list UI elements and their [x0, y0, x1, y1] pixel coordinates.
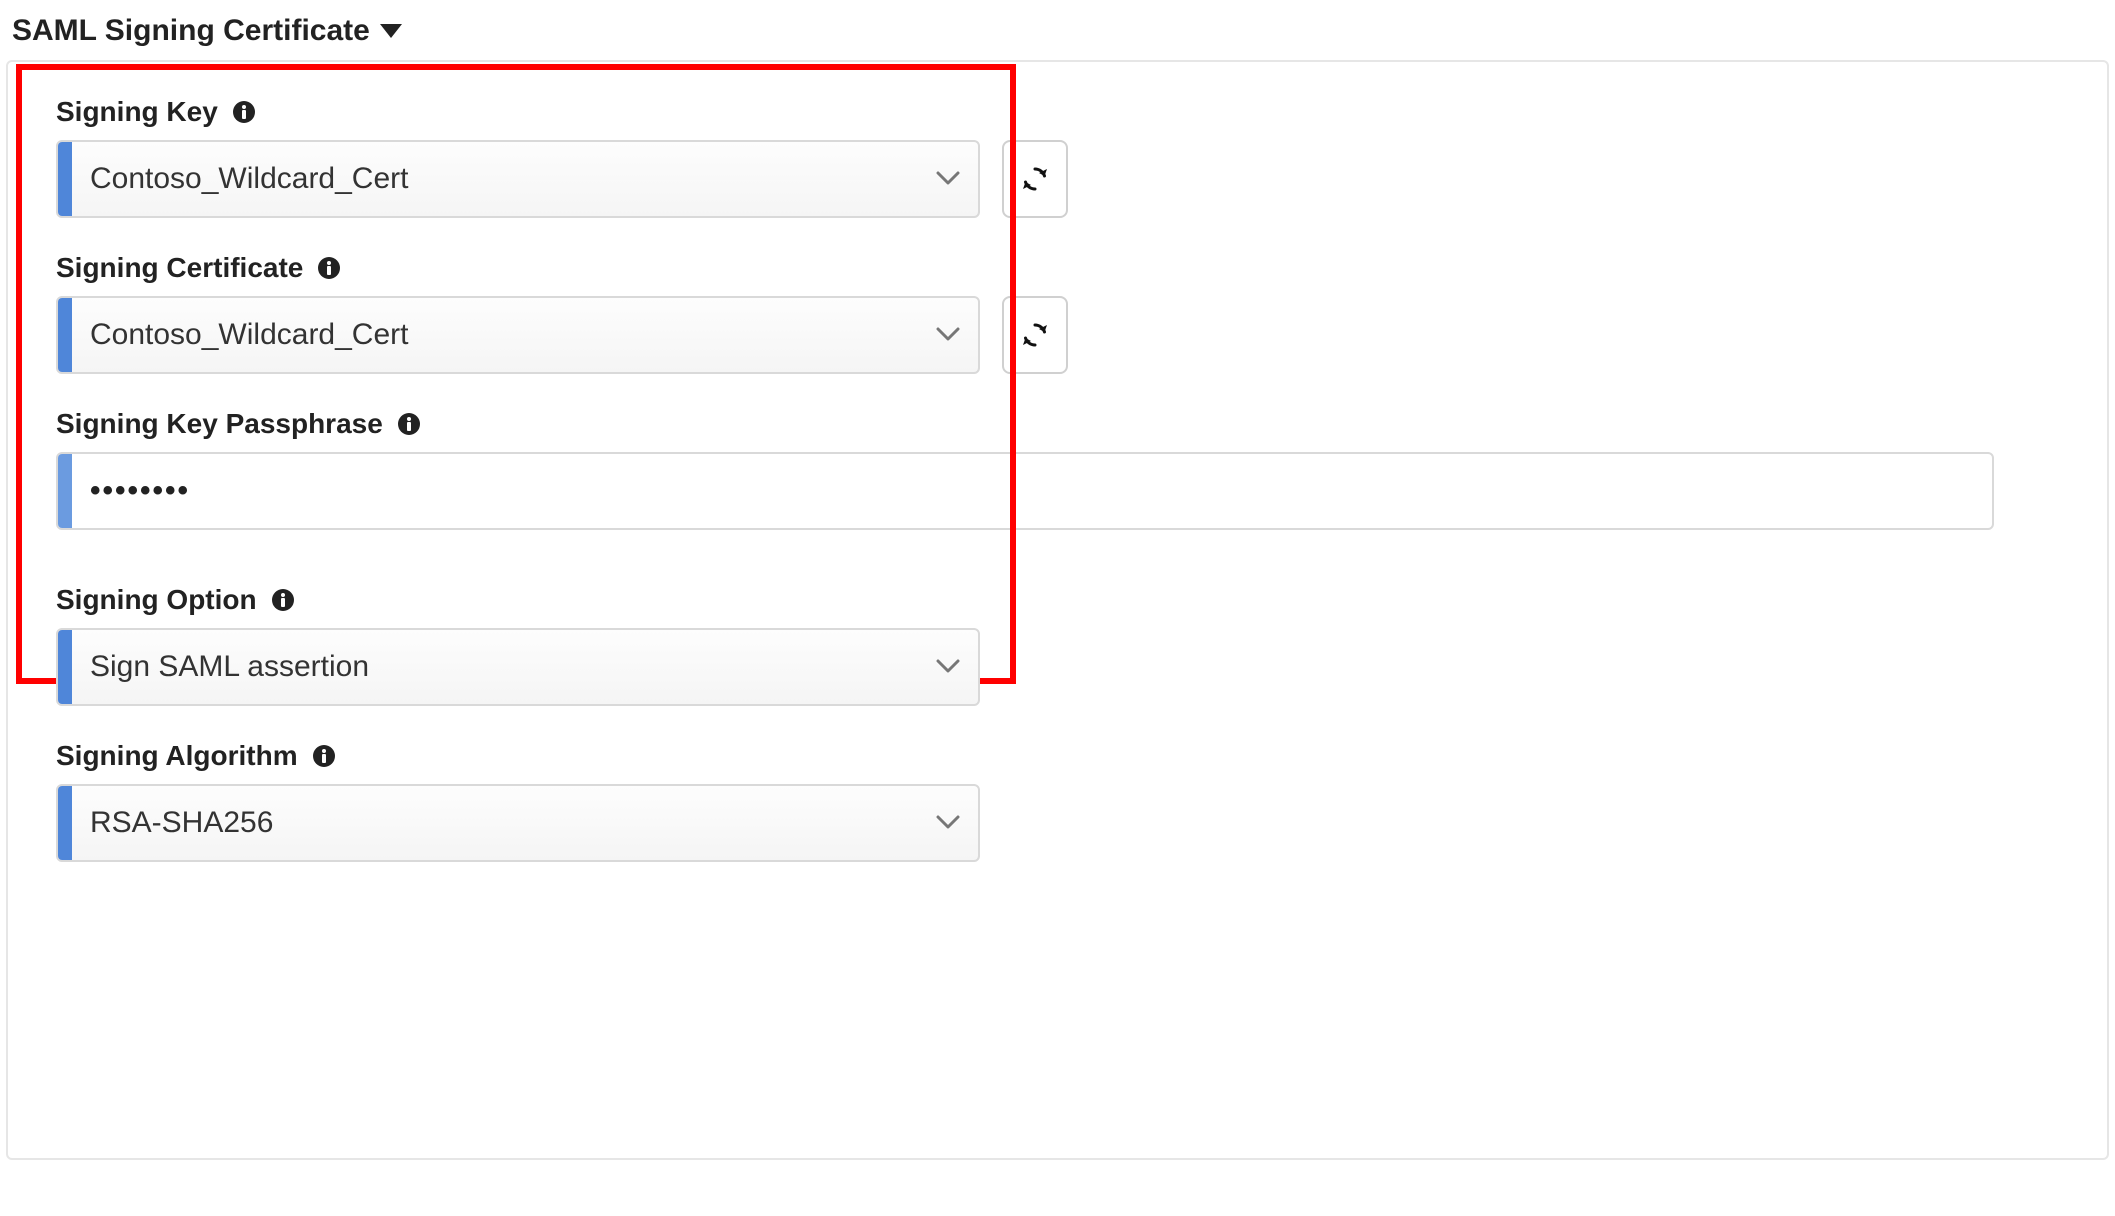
expand-caret-icon	[380, 24, 402, 38]
field-signing-key: Signing Key Contoso_Wildcard_Cert	[56, 96, 2067, 218]
signing-certificate-select[interactable]: Contoso_Wildcard_Cert	[56, 296, 980, 374]
field-accent-bar	[58, 786, 72, 860]
chevron-down-icon	[936, 171, 978, 187]
field-signing-algorithm: Signing Algorithm RSA-SHA256	[56, 740, 2067, 862]
signing-key-label: Signing Key	[56, 96, 218, 128]
info-icon[interactable]	[312, 744, 336, 768]
signing-option-select[interactable]: Sign SAML assertion	[56, 628, 980, 706]
field-signing-key-passphrase: Signing Key Passphrase ••••••••	[56, 408, 2067, 530]
refresh-signing-key-button[interactable]	[1002, 140, 1068, 218]
signing-algorithm-label: Signing Algorithm	[56, 740, 298, 772]
info-icon[interactable]	[232, 100, 256, 124]
signing-key-value: Contoso_Wildcard_Cert	[72, 162, 936, 196]
field-signing-certificate: Signing Certificate Contoso_Wildcard_Cer…	[56, 252, 2067, 374]
signing-option-value: Sign SAML assertion	[72, 650, 936, 684]
field-accent-bar	[58, 630, 72, 704]
signing-option-label: Signing Option	[56, 584, 257, 616]
signing-key-select[interactable]: Contoso_Wildcard_Cert	[56, 140, 980, 218]
refresh-icon	[1020, 320, 1050, 350]
signing-key-passphrase-input[interactable]: ••••••••	[56, 452, 1994, 530]
refresh-icon	[1020, 164, 1050, 194]
signing-key-passphrase-value: ••••••••	[72, 474, 1992, 508]
field-accent-bar	[58, 142, 72, 216]
chevron-down-icon	[936, 659, 978, 675]
section-title: SAML Signing Certificate	[12, 14, 370, 48]
refresh-signing-certificate-button[interactable]	[1002, 296, 1068, 374]
field-accent-bar	[58, 454, 72, 528]
panel-saml-signing-certificate: Signing Key Contoso_Wildcard_Cert	[6, 60, 2109, 1160]
signing-certificate-label: Signing Certificate	[56, 252, 303, 284]
signing-certificate-value: Contoso_Wildcard_Cert	[72, 318, 936, 352]
section-header[interactable]: SAML Signing Certificate	[6, 10, 2109, 60]
chevron-down-icon	[936, 327, 978, 343]
signing-key-passphrase-label: Signing Key Passphrase	[56, 408, 383, 440]
signing-algorithm-value: RSA-SHA256	[72, 806, 936, 840]
chevron-down-icon	[936, 815, 978, 831]
field-signing-option: Signing Option Sign SAML assertion	[56, 584, 2067, 706]
field-accent-bar	[58, 298, 72, 372]
signing-algorithm-select[interactable]: RSA-SHA256	[56, 784, 980, 862]
info-icon[interactable]	[397, 412, 421, 436]
info-icon[interactable]	[317, 256, 341, 280]
info-icon[interactable]	[271, 588, 295, 612]
